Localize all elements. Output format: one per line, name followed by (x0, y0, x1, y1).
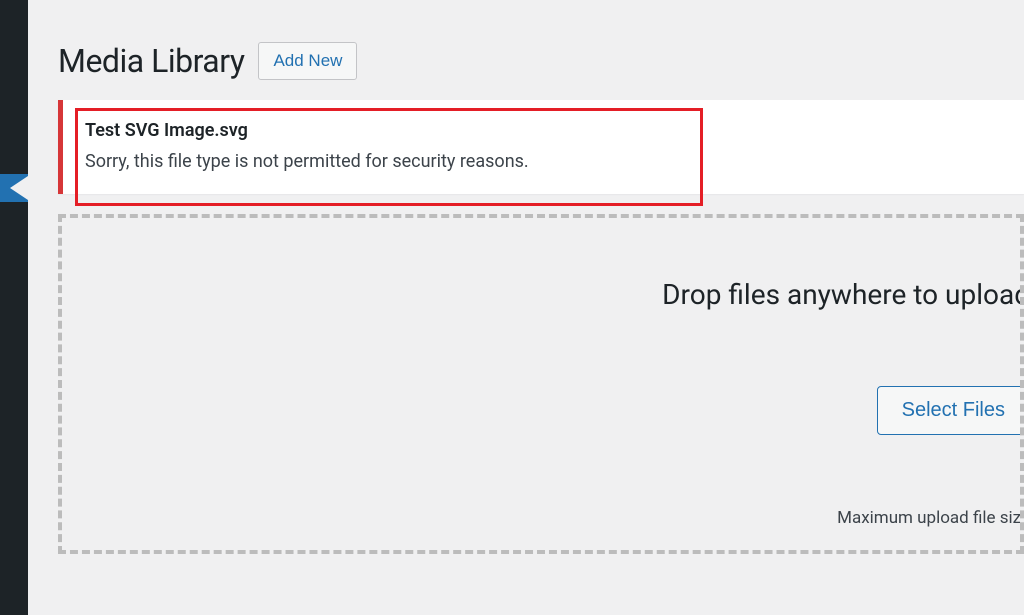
select-files-button[interactable]: Select Files (877, 386, 1024, 435)
upload-dropzone[interactable]: Drop files anywhere to upload Select Fil… (58, 214, 1024, 554)
sidebar-pointer-icon (10, 176, 28, 200)
notice-message: Sorry, this file type is not permitted f… (85, 151, 1006, 172)
main-content: Media Library Add New Test SVG Image.svg… (28, 0, 1024, 615)
error-notice: Test SVG Image.svg Sorry, this file type… (58, 100, 1024, 194)
add-new-button[interactable]: Add New (258, 42, 357, 80)
page-header: Media Library Add New (58, 0, 1024, 100)
admin-sidebar (0, 0, 28, 615)
max-upload-text: Maximum upload file size (837, 508, 1024, 528)
dropzone-heading: Drop files anywhere to upload (662, 278, 1024, 311)
notice-filename: Test SVG Image.svg (85, 120, 1006, 141)
page-title: Media Library (58, 42, 244, 80)
